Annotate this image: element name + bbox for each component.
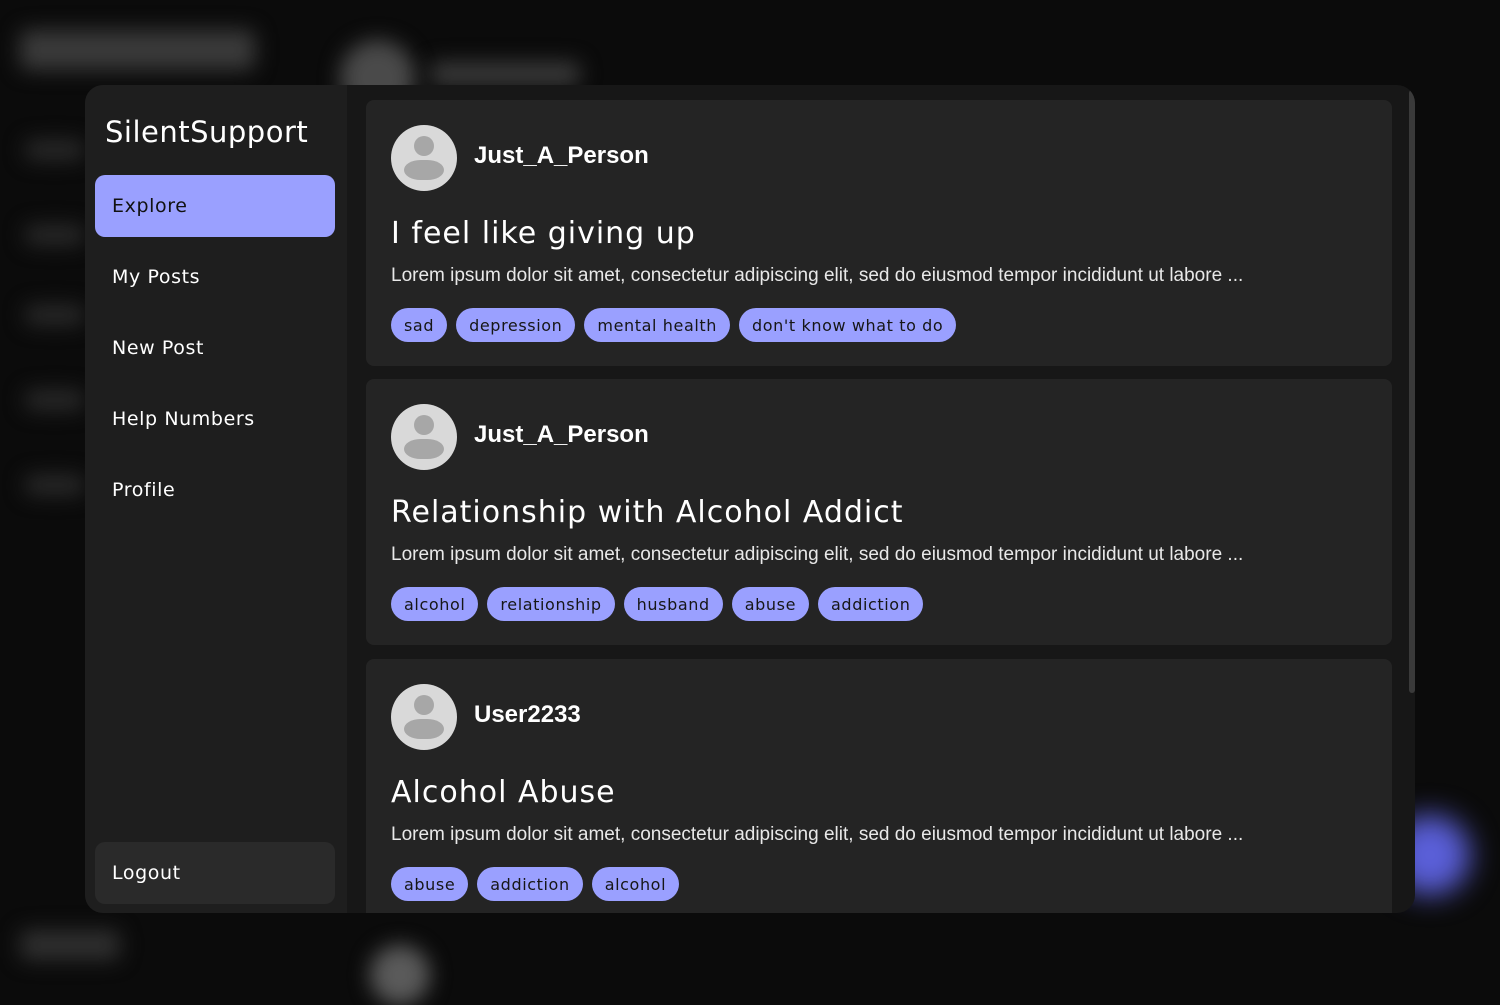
post-feed: Just_A_Person I feel like giving up Lore… [347,85,1415,913]
sidebar: SilentSupport Explore My Posts New Post … [85,85,347,913]
backdrop-blur [370,945,430,1005]
backdrop-blur [25,225,85,245]
tag-chip[interactable]: husband [623,587,723,621]
sidebar-item-explore[interactable]: Explore [95,175,335,237]
tag-chip[interactable]: depression [456,308,576,342]
user-avatar-icon [391,125,457,191]
tag-chip[interactable]: addiction [477,867,583,901]
tag-chip[interactable]: alcohol [591,867,680,901]
tag-chip[interactable]: abuse [731,587,810,621]
post-excerpt: Lorem ipsum dolor sit amet, consectetur … [391,265,1244,286]
tag-chip[interactable]: addiction [818,587,924,621]
post-username[interactable]: User2233 [474,701,581,729]
post-tags: alcohol relationship husband abuse addic… [391,587,924,621]
post-title[interactable]: Relationship with Alcohol Addict [391,495,904,530]
post-username[interactable]: Just_A_Person [474,421,649,449]
backdrop-blur [25,305,85,325]
tag-chip[interactable]: sad [391,308,448,342]
sidebar-item-new-post[interactable]: New Post [95,317,335,379]
post-card[interactable]: Just_A_Person Relationship with Alcohol … [366,379,1392,645]
backdrop-blur [20,930,120,960]
tag-chip[interactable]: mental health [584,308,731,342]
tag-chip[interactable]: relationship [487,587,615,621]
backdrop-blur [430,62,580,86]
user-avatar-icon [391,404,457,470]
app-logo: SilentSupport [105,115,309,149]
logout-button[interactable]: Logout [95,842,335,904]
sidebar-item-profile[interactable]: Profile [95,459,335,521]
backdrop-blur [25,140,85,160]
post-title[interactable]: Alcohol Abuse [391,775,616,810]
backdrop-blur [25,390,85,410]
post-tags: abuse addiction alcohol [391,867,680,901]
sidebar-nav: Explore My Posts New Post Help Numbers P… [95,175,335,530]
tag-chip[interactable]: abuse [391,867,469,901]
post-excerpt: Lorem ipsum dolor sit amet, consectetur … [391,544,1244,565]
tag-chip[interactable]: alcohol [391,587,479,621]
post-username[interactable]: Just_A_Person [474,142,649,170]
tag-chip[interactable]: don't know what to do [739,308,957,342]
sidebar-item-help-numbers[interactable]: Help Numbers [95,388,335,450]
backdrop-blur [25,475,85,495]
post-title[interactable]: I feel like giving up [391,216,696,251]
sidebar-item-my-posts[interactable]: My Posts [95,246,335,308]
feed-scrollbar[interactable] [1409,90,1415,693]
post-excerpt: Lorem ipsum dolor sit amet, consectetur … [391,824,1244,845]
backdrop-blur [20,30,255,70]
post-card[interactable]: User2233 Alcohol Abuse Lorem ipsum dolor… [366,659,1392,913]
post-tags: sad depression mental health don't know … [391,308,957,342]
user-avatar-icon [391,684,457,750]
post-card[interactable]: Just_A_Person I feel like giving up Lore… [366,100,1392,366]
app-window: SilentSupport Explore My Posts New Post … [85,85,1415,913]
